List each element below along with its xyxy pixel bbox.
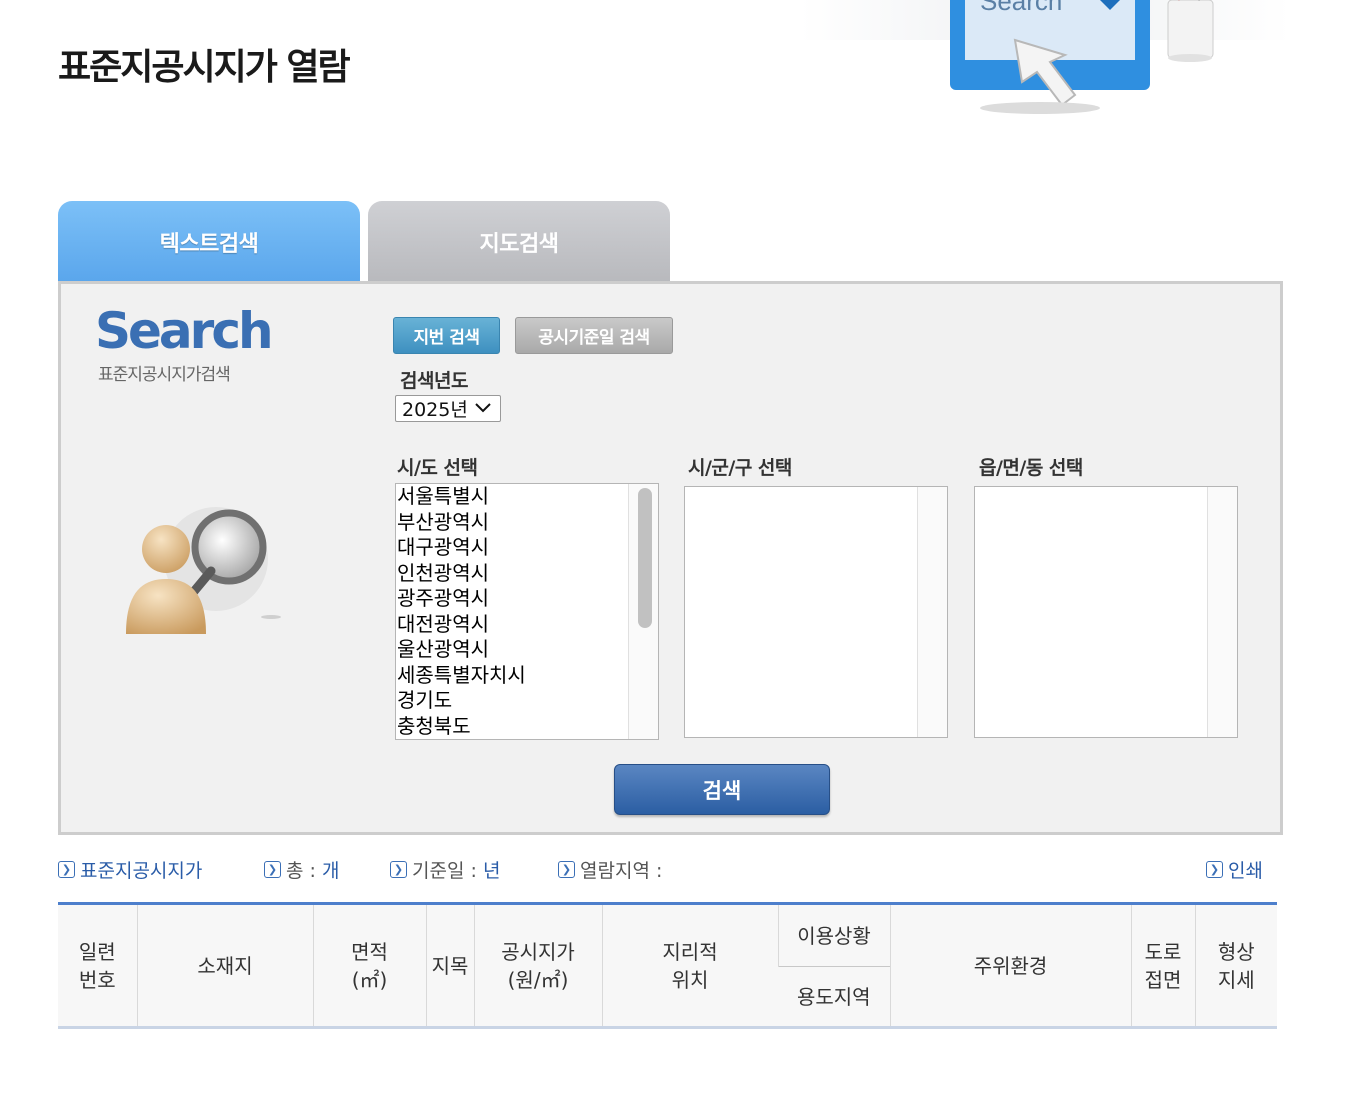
search-logo: Search [95, 302, 274, 360]
year-selected-value: 2025년 [402, 399, 468, 421]
tab-text-search[interactable]: 텍스트검색 [58, 201, 360, 282]
sido-scrollbar-thumb[interactable] [638, 488, 652, 628]
col-usage-status: 이용상황 [777, 903, 890, 967]
col-location: 소재지 [136, 903, 313, 1028]
total-unit: 개 [321, 860, 340, 882]
chevron-right-box-icon: ❯ [558, 861, 575, 878]
user-magnifier-icon [126, 507, 281, 634]
base-date-search-button[interactable]: 공시기준일 검색 [515, 317, 673, 354]
sido-option[interactable]: 광주광역시 [396, 586, 658, 612]
sido-option[interactable]: 대구광역시 [396, 535, 658, 561]
sigungu-scrollbar[interactable] [917, 487, 947, 737]
year-label: 검색년도 [400, 370, 468, 392]
standard-price-label: 표준지공시지가 [80, 860, 203, 882]
base-date-unit: 년 [482, 860, 501, 882]
sido-option[interactable]: 서울특별시 [396, 484, 658, 510]
eupmyeondong-listbox[interactable] [974, 486, 1238, 738]
page-title: 표준지공시지가 열람 [58, 47, 351, 88]
col-serial: 일련 번호 [58, 903, 137, 1028]
standard-price-link[interactable]: ❯ 표준지공시지가 [58, 856, 202, 883]
sigungu-label: 시/군/구 선택 [688, 457, 792, 479]
search-button[interactable]: 검색 [614, 764, 830, 815]
chevron-down-icon [474, 398, 492, 421]
col-surroundings: 주위환경 [889, 903, 1131, 1028]
col-area: 면적 (㎡) [312, 903, 426, 1028]
sido-listbox[interactable]: 서울특별시 부산광역시 대구광역시 인천광역시 광주광역시 대전광역시 울산광역… [395, 483, 659, 740]
sido-scrollbar[interactable] [628, 484, 658, 739]
search-logo-subtitle: 표준지공시지가검색 [98, 365, 231, 385]
tab-map-search[interactable]: 지도검색 [368, 201, 670, 282]
search-panel: Search 표준지공시지가검색 지번 검색 공시기준일 검색 검색년도 202… [58, 281, 1283, 835]
total-count: ❯ 총 : 개 [264, 856, 339, 883]
print-button[interactable]: ❯ 인쇄 [1206, 856, 1263, 883]
sido-option[interactable]: 울산광역시 [396, 637, 658, 663]
parcel-search-button[interactable]: 지번 검색 [393, 317, 500, 354]
base-date: ❯ 기준일 : 년 [390, 856, 500, 883]
sido-option[interactable]: 세종특별자치시 [396, 663, 658, 689]
results-table: 일련 번호 소재지 면적 (㎡) 지목 공시지가 (원/㎡) 지리적 위치 이용… [58, 902, 1277, 1029]
sido-option[interactable]: 충청북도 [396, 714, 658, 740]
total-label: 총 : [286, 860, 316, 882]
col-land-category: 지목 [425, 903, 474, 1028]
sido-option[interactable]: 부산광역시 [396, 510, 658, 536]
sigungu-listbox[interactable] [684, 486, 948, 738]
viewing-region-label: 열람지역 : [580, 860, 663, 882]
chevron-right-box-icon: ❯ [58, 861, 75, 878]
year-select[interactable]: 2025년 [395, 395, 501, 422]
print-label: 인쇄 [1228, 860, 1263, 882]
sido-option[interactable]: 대전광역시 [396, 612, 658, 638]
col-shape-terrain: 형상 지세 [1194, 903, 1277, 1028]
svg-text:Search: Search [980, 0, 1062, 16]
chevron-right-box-icon: ❯ [264, 861, 281, 878]
col-zoning: 용도지역 [778, 966, 890, 1028]
eupmyeondong-label: 읍/면/동 선택 [979, 457, 1083, 479]
chevron-right-box-icon: ❯ [1206, 861, 1223, 878]
viewing-region: ❯ 열람지역 : [558, 856, 662, 883]
result-info-bar: ❯ 표준지공시지가 ❯ 총 : 개 ❯ 기준일 : 년 ❯ 열람지역 : ❯ 인… [58, 856, 1273, 882]
col-price: 공시지가 (원/㎡) [473, 903, 602, 1028]
col-geo-position: 지리적 위치 [601, 903, 778, 1028]
base-date-label: 기준일 : [412, 860, 477, 882]
chevron-right-box-icon: ❯ [390, 861, 407, 878]
sido-label: 시/도 선택 [397, 457, 478, 479]
col-road-contact: 도로 접면 [1130, 903, 1195, 1028]
sido-option[interactable]: 경기도 [396, 688, 658, 714]
search-illustration: Search [800, 0, 1290, 114]
sido-option[interactable]: 인천광역시 [396, 561, 658, 587]
eupmyeondong-scrollbar[interactable] [1207, 487, 1237, 737]
